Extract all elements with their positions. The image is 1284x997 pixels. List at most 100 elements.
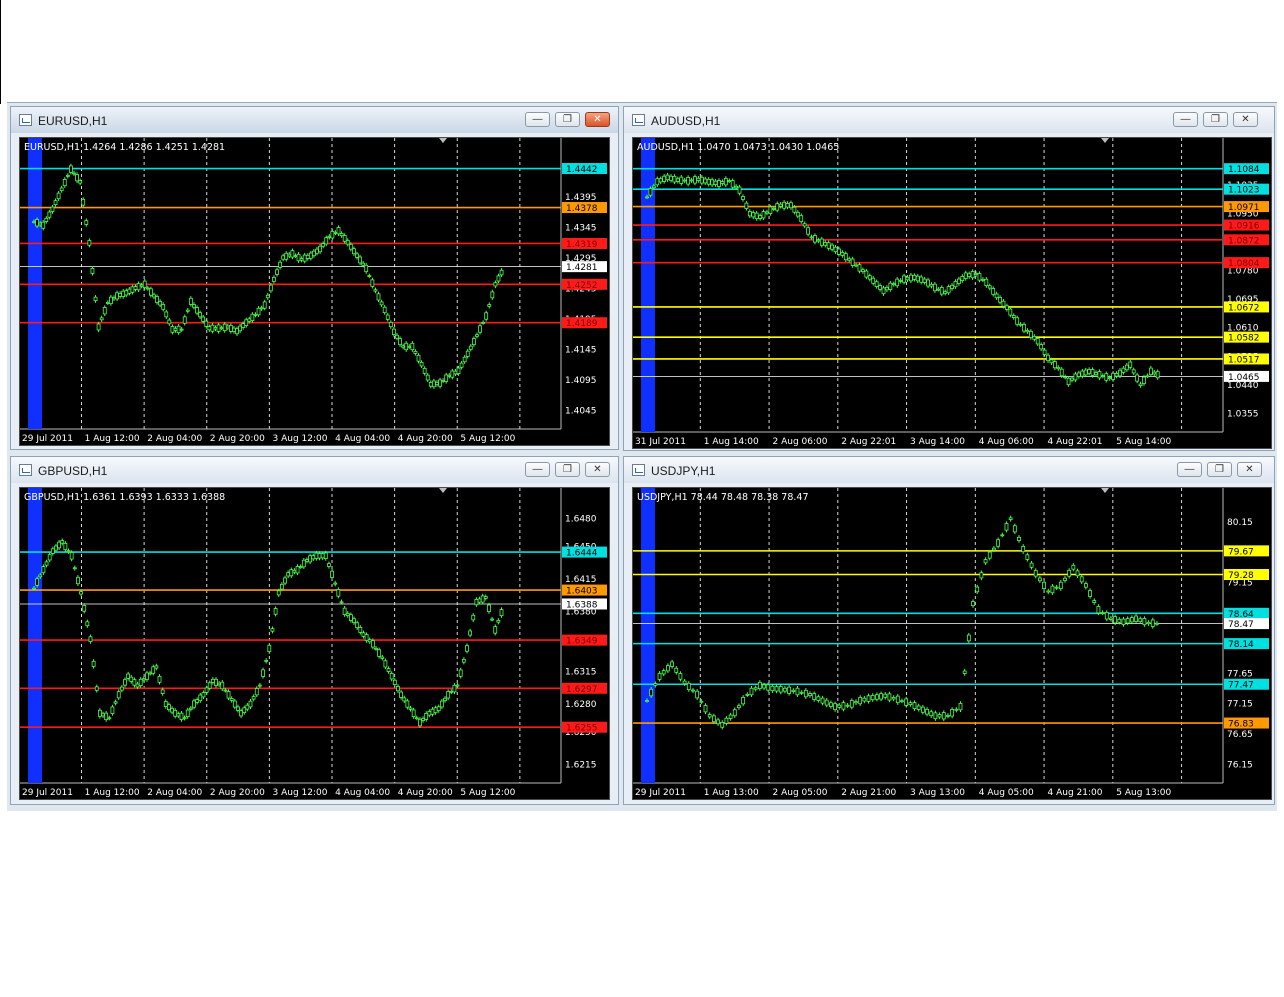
candle-body bbox=[132, 679, 137, 686]
candle-body bbox=[693, 176, 697, 184]
candle-body bbox=[152, 294, 156, 298]
chart-window-audusd[interactable]: AUDUSD,H1 — ❐ ✕ AUDUSD,H1 1.0470 1.0473 … bbox=[623, 106, 1275, 451]
candle-body bbox=[812, 693, 817, 700]
level-price-label: 76.83 bbox=[1228, 720, 1254, 730]
candle-body bbox=[1148, 367, 1153, 376]
candle-body bbox=[267, 644, 272, 653]
candle-body bbox=[404, 342, 409, 351]
candle-body bbox=[373, 289, 378, 292]
candle-body bbox=[1083, 583, 1088, 588]
candle-body bbox=[471, 614, 476, 621]
candle-body bbox=[874, 281, 879, 287]
level-price-label: 1.0804 bbox=[1228, 259, 1260, 269]
candle-body bbox=[44, 217, 49, 222]
time-label: 4 Aug 21:00 bbox=[1048, 788, 1103, 798]
candle-body bbox=[480, 595, 485, 603]
window-titlebar[interactable]: EURUSD,H1 — ❐ ✕ bbox=[11, 107, 618, 133]
candle-body bbox=[1071, 564, 1076, 570]
candle-body bbox=[998, 296, 1002, 303]
candle-body bbox=[311, 555, 316, 560]
candle-body bbox=[287, 253, 292, 257]
close-button[interactable]: ✕ bbox=[585, 462, 610, 477]
window-titlebar[interactable]: GBPUSD,H1 — ❐ ✕ bbox=[11, 457, 618, 483]
candle-body bbox=[929, 283, 934, 287]
window-titlebar[interactable]: USDJPY,H1 — ❐ ✕ bbox=[624, 457, 1274, 483]
candle-body bbox=[809, 236, 814, 239]
candle-body bbox=[483, 596, 488, 599]
candle-body bbox=[1067, 569, 1072, 577]
chart-window-usdjpy[interactable]: USDJPY,H1 — ❐ ✕ USDJPY,H1 78.44 78.48 78… bbox=[623, 456, 1275, 805]
restore-button[interactable]: ❐ bbox=[1207, 462, 1232, 477]
minimize-button[interactable]: — bbox=[525, 462, 550, 477]
candle-body bbox=[355, 622, 360, 629]
desktop-edge-line bbox=[0, 0, 1, 104]
close-button[interactable]: ✕ bbox=[1237, 462, 1262, 477]
candle-body bbox=[1100, 612, 1105, 614]
candle-body bbox=[900, 700, 904, 703]
candle-body bbox=[160, 689, 165, 694]
chart-window-gbpusd[interactable]: GBPUSD,H1 — ❐ ✕ GBPUSD,H1 1.6361 1.6393 … bbox=[10, 456, 619, 805]
restore-button[interactable]: ❐ bbox=[555, 112, 580, 127]
price-tick-label: 1.6480 bbox=[565, 515, 597, 525]
candle-body bbox=[167, 319, 172, 325]
time-label: 1 Aug 14:00 bbox=[704, 437, 759, 447]
candle-body bbox=[50, 548, 55, 554]
candle-body bbox=[813, 235, 817, 243]
candle-body bbox=[323, 552, 328, 560]
time-label: 4 Aug 04:00 bbox=[335, 788, 390, 798]
candle-body bbox=[966, 634, 971, 642]
candle-body bbox=[841, 702, 846, 710]
candle-body bbox=[696, 177, 701, 181]
chart-plot-area[interactable]: GBPUSD,H1 1.6361 1.6393 1.6333 1.6388 29… bbox=[19, 487, 610, 800]
candle-body bbox=[182, 316, 187, 324]
candle-body bbox=[1134, 615, 1138, 622]
candle-body bbox=[422, 367, 427, 374]
candle-body bbox=[967, 273, 972, 277]
candle-body bbox=[857, 264, 862, 272]
candle-body bbox=[471, 338, 476, 346]
window-titlebar[interactable]: AUDUSD,H1 — ❐ ✕ bbox=[624, 107, 1274, 133]
candle-body bbox=[867, 275, 872, 280]
candle-body bbox=[866, 695, 871, 702]
candle-body bbox=[318, 245, 322, 253]
time-label: 29 Jul 2011 bbox=[635, 788, 686, 798]
chart-plot-area[interactable]: EURUSD,H1 1.4264 1.4286 1.4251 1.4281 29… bbox=[19, 137, 610, 446]
level-price-label: 77.47 bbox=[1228, 681, 1254, 691]
chart-plot-area[interactable]: USDJPY,H1 78.44 78.48 78.38 78.47 29 Jul… bbox=[632, 487, 1272, 800]
candle-body bbox=[281, 255, 286, 260]
candle-body bbox=[823, 242, 828, 246]
chart-window-eurusd[interactable]: EURUSD,H1 — ❐ ✕ EURUSD,H1 1.4264 1.4286 … bbox=[10, 106, 619, 450]
candle-body bbox=[63, 542, 68, 551]
level-price-label: 1.0465 bbox=[1228, 373, 1260, 383]
close-button[interactable]: ✕ bbox=[1233, 112, 1258, 127]
candle-body bbox=[405, 700, 410, 708]
candle-body bbox=[258, 684, 262, 687]
candle-body bbox=[424, 713, 429, 720]
chart-header-ohlc: EURUSD,H1 1.4264 1.4286 1.4251 1.4281 bbox=[24, 142, 225, 153]
time-label: 4 Aug 04:00 bbox=[335, 434, 390, 444]
candle-body bbox=[87, 240, 92, 246]
candle-body bbox=[474, 599, 479, 606]
candle-body bbox=[425, 374, 430, 381]
candle-body bbox=[744, 202, 749, 209]
candle-body bbox=[662, 175, 667, 182]
candle-body bbox=[840, 251, 845, 256]
candle-body bbox=[361, 632, 366, 637]
candle-body bbox=[317, 553, 322, 559]
candle-body bbox=[1049, 359, 1054, 364]
minimize-button[interactable]: — bbox=[1173, 112, 1198, 127]
candle-body bbox=[1104, 612, 1109, 620]
candle-body bbox=[242, 707, 247, 713]
candle-body bbox=[264, 659, 269, 662]
restore-button[interactable]: ❐ bbox=[555, 462, 580, 477]
candle-body bbox=[830, 244, 834, 250]
close-button[interactable]: ✕ bbox=[585, 112, 610, 127]
candle-body bbox=[1097, 371, 1102, 379]
candle-body bbox=[456, 367, 461, 375]
minimize-button[interactable]: — bbox=[1177, 462, 1202, 477]
level-price-label: 1.1023 bbox=[1228, 186, 1260, 196]
chart-plot-area[interactable]: AUDUSD,H1 1.0470 1.0473 1.0430 1.0465 31… bbox=[632, 137, 1272, 449]
candle-body bbox=[862, 697, 867, 702]
restore-button[interactable]: ❐ bbox=[1203, 112, 1228, 127]
minimize-button[interactable]: — bbox=[525, 112, 550, 127]
